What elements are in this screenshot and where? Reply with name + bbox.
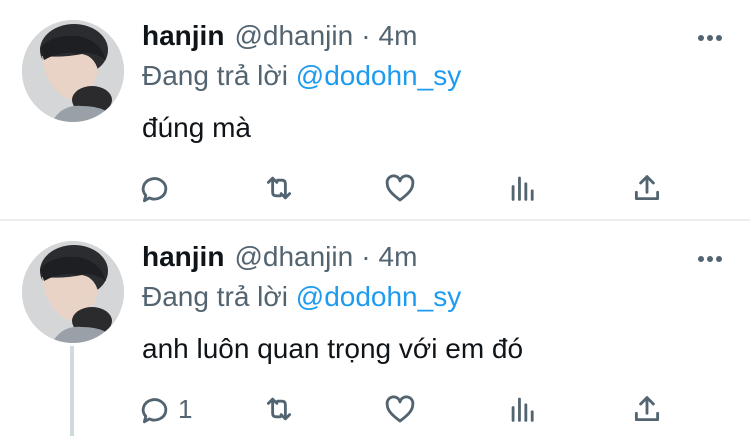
share-icon [634,175,660,201]
action-bar [138,168,678,208]
share-button[interactable] [630,389,664,429]
like-button[interactable] [383,168,417,208]
more-icon[interactable] [690,247,730,271]
like-icon [385,174,415,202]
more-icon[interactable] [690,26,730,50]
tweet-2[interactable]: hanjin @dhanjin · 4m Đang trả lời @dodoh… [0,221,750,436]
replying-to: Đang trả lời @dodohn_sy [142,60,461,92]
tweet-1[interactable]: hanjin @dhanjin · 4m Đang trả lời @dodoh… [0,0,750,220]
retweet-icon [266,176,292,200]
timestamp[interactable]: 4m [379,20,418,52]
analytics-button[interactable] [506,168,540,208]
thread-line [70,346,74,436]
analytics-button[interactable] [506,389,540,429]
avatar[interactable] [22,241,124,343]
like-icon [385,395,415,423]
retweet-icon [266,397,292,421]
share-button[interactable] [630,168,664,208]
user-handle[interactable]: @dhanjin [234,20,353,52]
reply-count: 1 [178,393,193,424]
reply-button[interactable] [138,168,178,208]
replying-to: Đang trả lời @dodohn_sy [142,281,461,313]
user-handle[interactable]: @dhanjin [234,241,353,273]
reply-icon [141,398,168,424]
avatar[interactable] [22,20,124,122]
replying-to-label: Đang trả lời [142,60,288,91]
separator-dot: · [361,241,371,272]
like-button[interactable] [383,389,417,429]
mention-link[interactable]: @dodohn_sy [296,60,461,91]
analytics-icon [511,176,534,201]
tweet-header: hanjin @dhanjin · 4m [142,20,417,60]
display-name[interactable]: hanjin [142,241,224,273]
timestamp[interactable]: 4m [379,241,418,273]
reply-button[interactable]: 1 [138,389,192,429]
display-name[interactable]: hanjin [142,20,224,52]
separator-dot: · [361,20,371,51]
reply-icon [141,177,168,203]
tweet-text: đúng mà [142,112,251,143]
replying-to-label: Đang trả lời [142,281,288,312]
mention-link[interactable]: @dodohn_sy [296,281,461,312]
retweet-button[interactable] [262,389,296,429]
action-bar: 1 [138,389,678,429]
share-icon [634,396,660,422]
tweet-text: anh luôn quan trọng với em đó [142,333,524,364]
analytics-icon [511,397,534,422]
retweet-button[interactable] [262,168,296,208]
tweet-header: hanjin @dhanjin · 4m [142,241,417,281]
